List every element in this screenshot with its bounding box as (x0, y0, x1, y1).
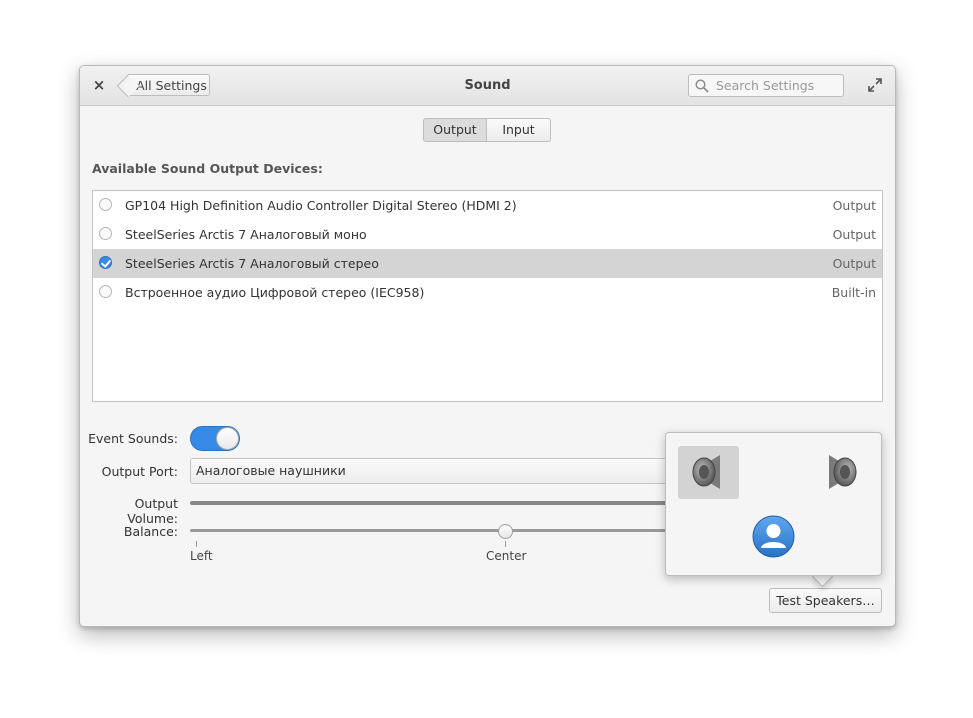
device-radio[interactable] (99, 227, 112, 240)
front-right-speaker-button[interactable] (811, 446, 872, 499)
test-speakers-popover (665, 432, 882, 576)
user-avatar-icon (752, 515, 795, 558)
balance-label: Balance: (123, 524, 178, 539)
balance-tick-center (505, 541, 506, 547)
device-row[interactable]: GP104 High Definition Audio Controller D… (93, 191, 882, 220)
device-radio[interactable] (99, 198, 112, 211)
balance-tick-left (196, 541, 197, 547)
device-type: Output (832, 256, 876, 271)
balance-tick-center-label: Center (486, 549, 527, 563)
device-radio-checked[interactable] (99, 256, 112, 269)
test-speakers-button[interactable]: Test Speakers… (769, 588, 882, 613)
tab-output[interactable]: Output (423, 118, 487, 142)
front-left-speaker-button[interactable] (678, 446, 739, 499)
balance-slider-knob[interactable] (497, 524, 513, 539)
event-sounds-label: Event Sounds: (88, 431, 178, 446)
speaker-icon (692, 455, 720, 489)
output-port-value: Аналоговые наушники (196, 463, 346, 478)
tab-input[interactable]: Input (487, 118, 551, 142)
output-volume-slider[interactable] (190, 501, 710, 505)
balance-tick-left-label: Left (190, 549, 213, 563)
search-field[interactable] (688, 74, 844, 97)
device-row[interactable]: SteelSeries Arctis 7 Аналоговый моно Out… (93, 220, 882, 249)
device-name: SteelSeries Arctis 7 Аналоговый стерео (125, 256, 379, 271)
event-sounds-switch[interactable] (190, 426, 240, 451)
output-port-label: Output Port: (101, 464, 178, 479)
maximize-icon[interactable] (868, 78, 882, 92)
output-port-combobox[interactable]: Аналоговые наушники (190, 458, 710, 484)
output-input-switcher: Output Input (423, 118, 551, 142)
device-name: Встроенное аудио Цифровой стерео (IEC958… (125, 285, 425, 300)
device-row-selected[interactable]: SteelSeries Arctis 7 Аналоговый стерео O… (93, 249, 882, 278)
output-volume-label: Output Volume: (127, 496, 178, 526)
devices-heading: Available Sound Output Devices: (92, 161, 323, 176)
device-name: SteelSeries Arctis 7 Аналоговый моно (125, 227, 367, 242)
device-type: Built-in (831, 285, 876, 300)
header-bar: × All Settings Sound (80, 66, 895, 106)
device-name: GP104 High Definition Audio Controller D… (125, 198, 517, 213)
device-row[interactable]: Встроенное аудио Цифровой стерео (IEC958… (93, 278, 882, 307)
balance-slider[interactable] (190, 529, 710, 532)
device-list: GP104 High Definition Audio Controller D… (92, 190, 883, 402)
device-type: Output (832, 227, 876, 242)
device-radio[interactable] (99, 285, 112, 298)
search-input[interactable] (714, 77, 838, 94)
switch-knob (216, 427, 239, 450)
device-type: Output (832, 198, 876, 213)
search-icon (695, 78, 709, 93)
speaker-icon (829, 455, 857, 489)
